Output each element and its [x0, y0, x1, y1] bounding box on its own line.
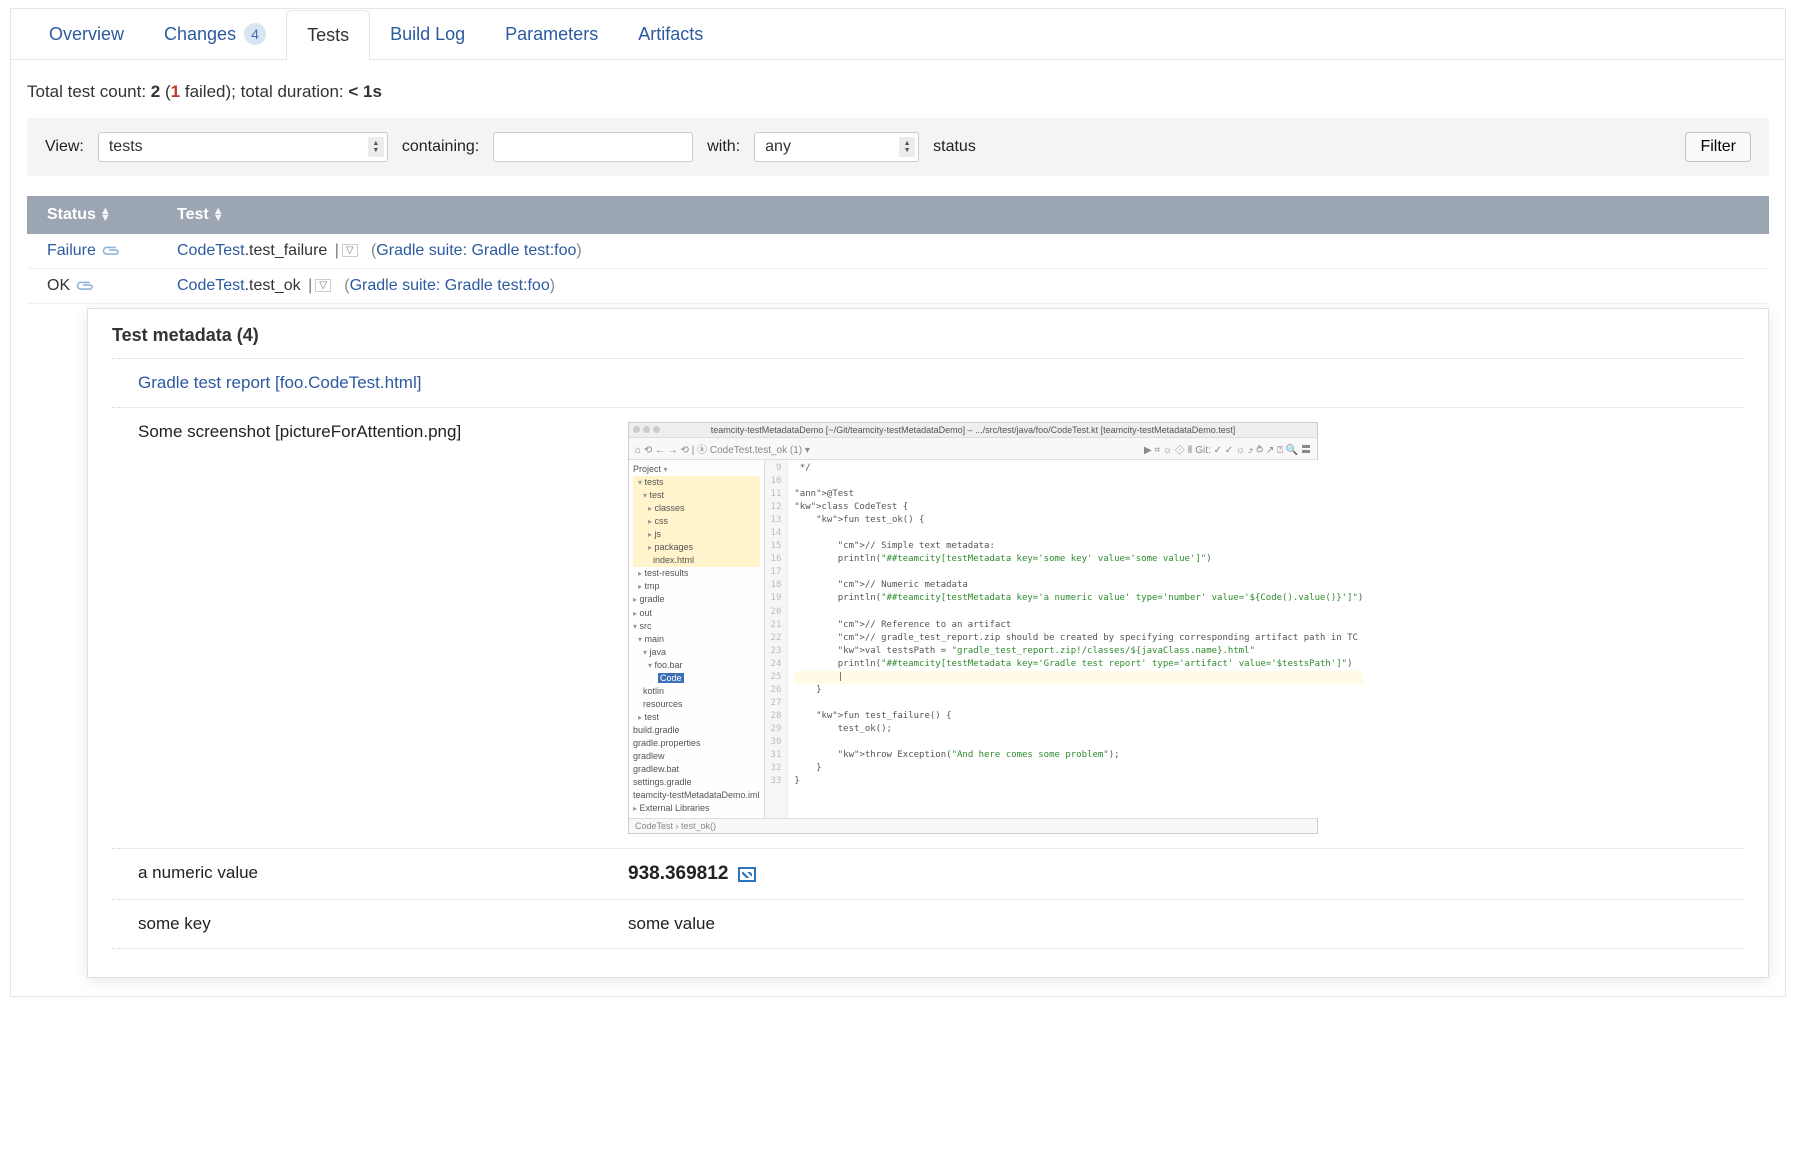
status-failure[interactable]: Failure: [47, 242, 96, 260]
header-status-label: Status: [47, 206, 96, 224]
tab-overview[interactable]: Overview: [29, 10, 144, 59]
metadata-row-link: Gradle test report [foo.CodeTest.html]: [112, 358, 1744, 407]
numeric-value: 938.369812: [628, 863, 728, 885]
chart-icon[interactable]: [738, 867, 756, 882]
tab-changes[interactable]: Changes 4: [144, 9, 286, 59]
tab-changes-label: Changes: [164, 24, 236, 45]
paren: ): [576, 242, 581, 259]
kv-key: some key: [138, 914, 628, 934]
select-arrows-icon: ▲▼: [368, 137, 384, 157]
containing-input[interactable]: [493, 132, 693, 162]
ide-window-title: teamcity-testMetadataDemo [~/Git/teamcit…: [711, 425, 1235, 435]
select-arrows-icon: ▲▼: [899, 137, 915, 157]
with-label: with:: [707, 138, 740, 156]
window-traffic-lights: [633, 426, 660, 433]
tabs-bar: Overview Changes 4 Tests Build Log Param…: [11, 9, 1785, 60]
test-method[interactable]: .test_failure: [245, 242, 328, 259]
table-row: Failure CodeTest.test_failure |▽ (Gradle…: [27, 234, 1769, 269]
metadata-row-screenshot: Some screenshot [pictureForAttention.png…: [112, 407, 1744, 848]
tab-build-log[interactable]: Build Log: [370, 10, 485, 59]
screenshot-label: Some screenshot [pictureForAttention.png…: [138, 422, 628, 442]
metadata-row-numeric: a numeric value 938.369812: [112, 848, 1744, 899]
ide-toolbar-left: ⌂ ⟲ ← → ⟲ | ⓚ CodeTest.test_ok (1) ▾: [635, 441, 810, 456]
ide-toolbar-right: ▶ ⌗ ☼ ⟐ Ⅱ Git: ✓ ✓ ☼ ⤴ ⥁ ↗ ⍰ 🔍 〓: [1144, 441, 1311, 456]
total-count: 2: [151, 82, 160, 101]
gradle-report-link[interactable]: Gradle test report [foo.CodeTest.html]: [138, 373, 628, 393]
summary-prefix: Total test count:: [27, 82, 151, 101]
separator: |: [332, 242, 342, 259]
test-suite[interactable]: Gradle suite: Gradle test:foo: [350, 277, 550, 294]
ide-project-tree: Project ▾ ▾ tests ▾ test ▸ classes ▸ css…: [629, 460, 765, 818]
attachment-icon[interactable]: [101, 240, 124, 263]
metadata-row-kv: some key some value: [112, 899, 1744, 949]
summary-open: (: [160, 82, 170, 101]
sort-icon: ▲▼: [100, 208, 111, 222]
failed-count: 1: [171, 82, 180, 101]
dropdown-icon[interactable]: ▽: [342, 244, 358, 257]
test-suite[interactable]: Gradle suite: Gradle test:foo: [376, 242, 576, 259]
summary-line: Total test count: 2 (1 failed); total du…: [11, 60, 1785, 118]
attachment-icon[interactable]: [75, 275, 98, 298]
table-header: Status ▲▼ Test ▲▼: [27, 196, 1769, 234]
table-row: OK CodeTest.test_ok |▽ (Gradle suite: Gr…: [27, 269, 1769, 304]
kv-value: some value: [628, 914, 1740, 934]
tab-artifacts[interactable]: Artifacts: [618, 10, 723, 59]
status-select[interactable]: any ▲▼: [754, 132, 919, 162]
ide-breadcrumb: CodeTest › test_ok(): [629, 818, 1317, 833]
changes-count-badge: 4: [244, 23, 266, 45]
failed-word: failed: [180, 82, 225, 101]
test-class[interactable]: CodeTest: [177, 242, 245, 259]
ide-editor: 9101112131415161718192021222324252627282…: [765, 460, 1370, 818]
tab-tests[interactable]: Tests: [286, 10, 370, 60]
test-class[interactable]: CodeTest: [177, 277, 245, 294]
total-duration: < 1s: [348, 82, 382, 101]
header-test[interactable]: Test ▲▼: [177, 196, 1769, 234]
dropdown-icon[interactable]: ▽: [315, 279, 331, 292]
status-label: status: [933, 138, 976, 156]
filter-button[interactable]: Filter: [1685, 132, 1751, 162]
ide-toolbar: ⌂ ⟲ ← → ⟲ | ⓚ CodeTest.test_ok (1) ▾ ▶ ⌗…: [629, 438, 1317, 460]
sort-icon: ▲▼: [213, 208, 224, 222]
view-select[interactable]: tests ▲▼: [98, 132, 388, 162]
view-select-value: tests: [109, 138, 368, 156]
tab-parameters[interactable]: Parameters: [485, 10, 618, 59]
header-status[interactable]: Status ▲▼: [27, 196, 177, 234]
test-method[interactable]: .test_ok: [245, 277, 301, 294]
screenshot-thumbnail[interactable]: teamcity-testMetadataDemo [~/Git/teamcit…: [628, 422, 1318, 834]
summary-close: ); total duration:: [226, 82, 349, 101]
view-label: View:: [45, 138, 84, 156]
containing-label: containing:: [402, 138, 479, 156]
paren: ): [550, 277, 555, 294]
status-ok: OK: [47, 277, 70, 295]
metadata-popup: Test metadata (4) Gradle test report [fo…: [87, 308, 1769, 978]
filter-bar: View: tests ▲▼ containing: with: any ▲▼ …: [27, 118, 1769, 176]
metadata-title: Test metadata (4): [112, 325, 1744, 346]
status-select-value: any: [765, 138, 899, 156]
header-test-label: Test: [177, 206, 209, 224]
numeric-key: a numeric value: [138, 863, 628, 883]
separator: |: [305, 277, 315, 294]
